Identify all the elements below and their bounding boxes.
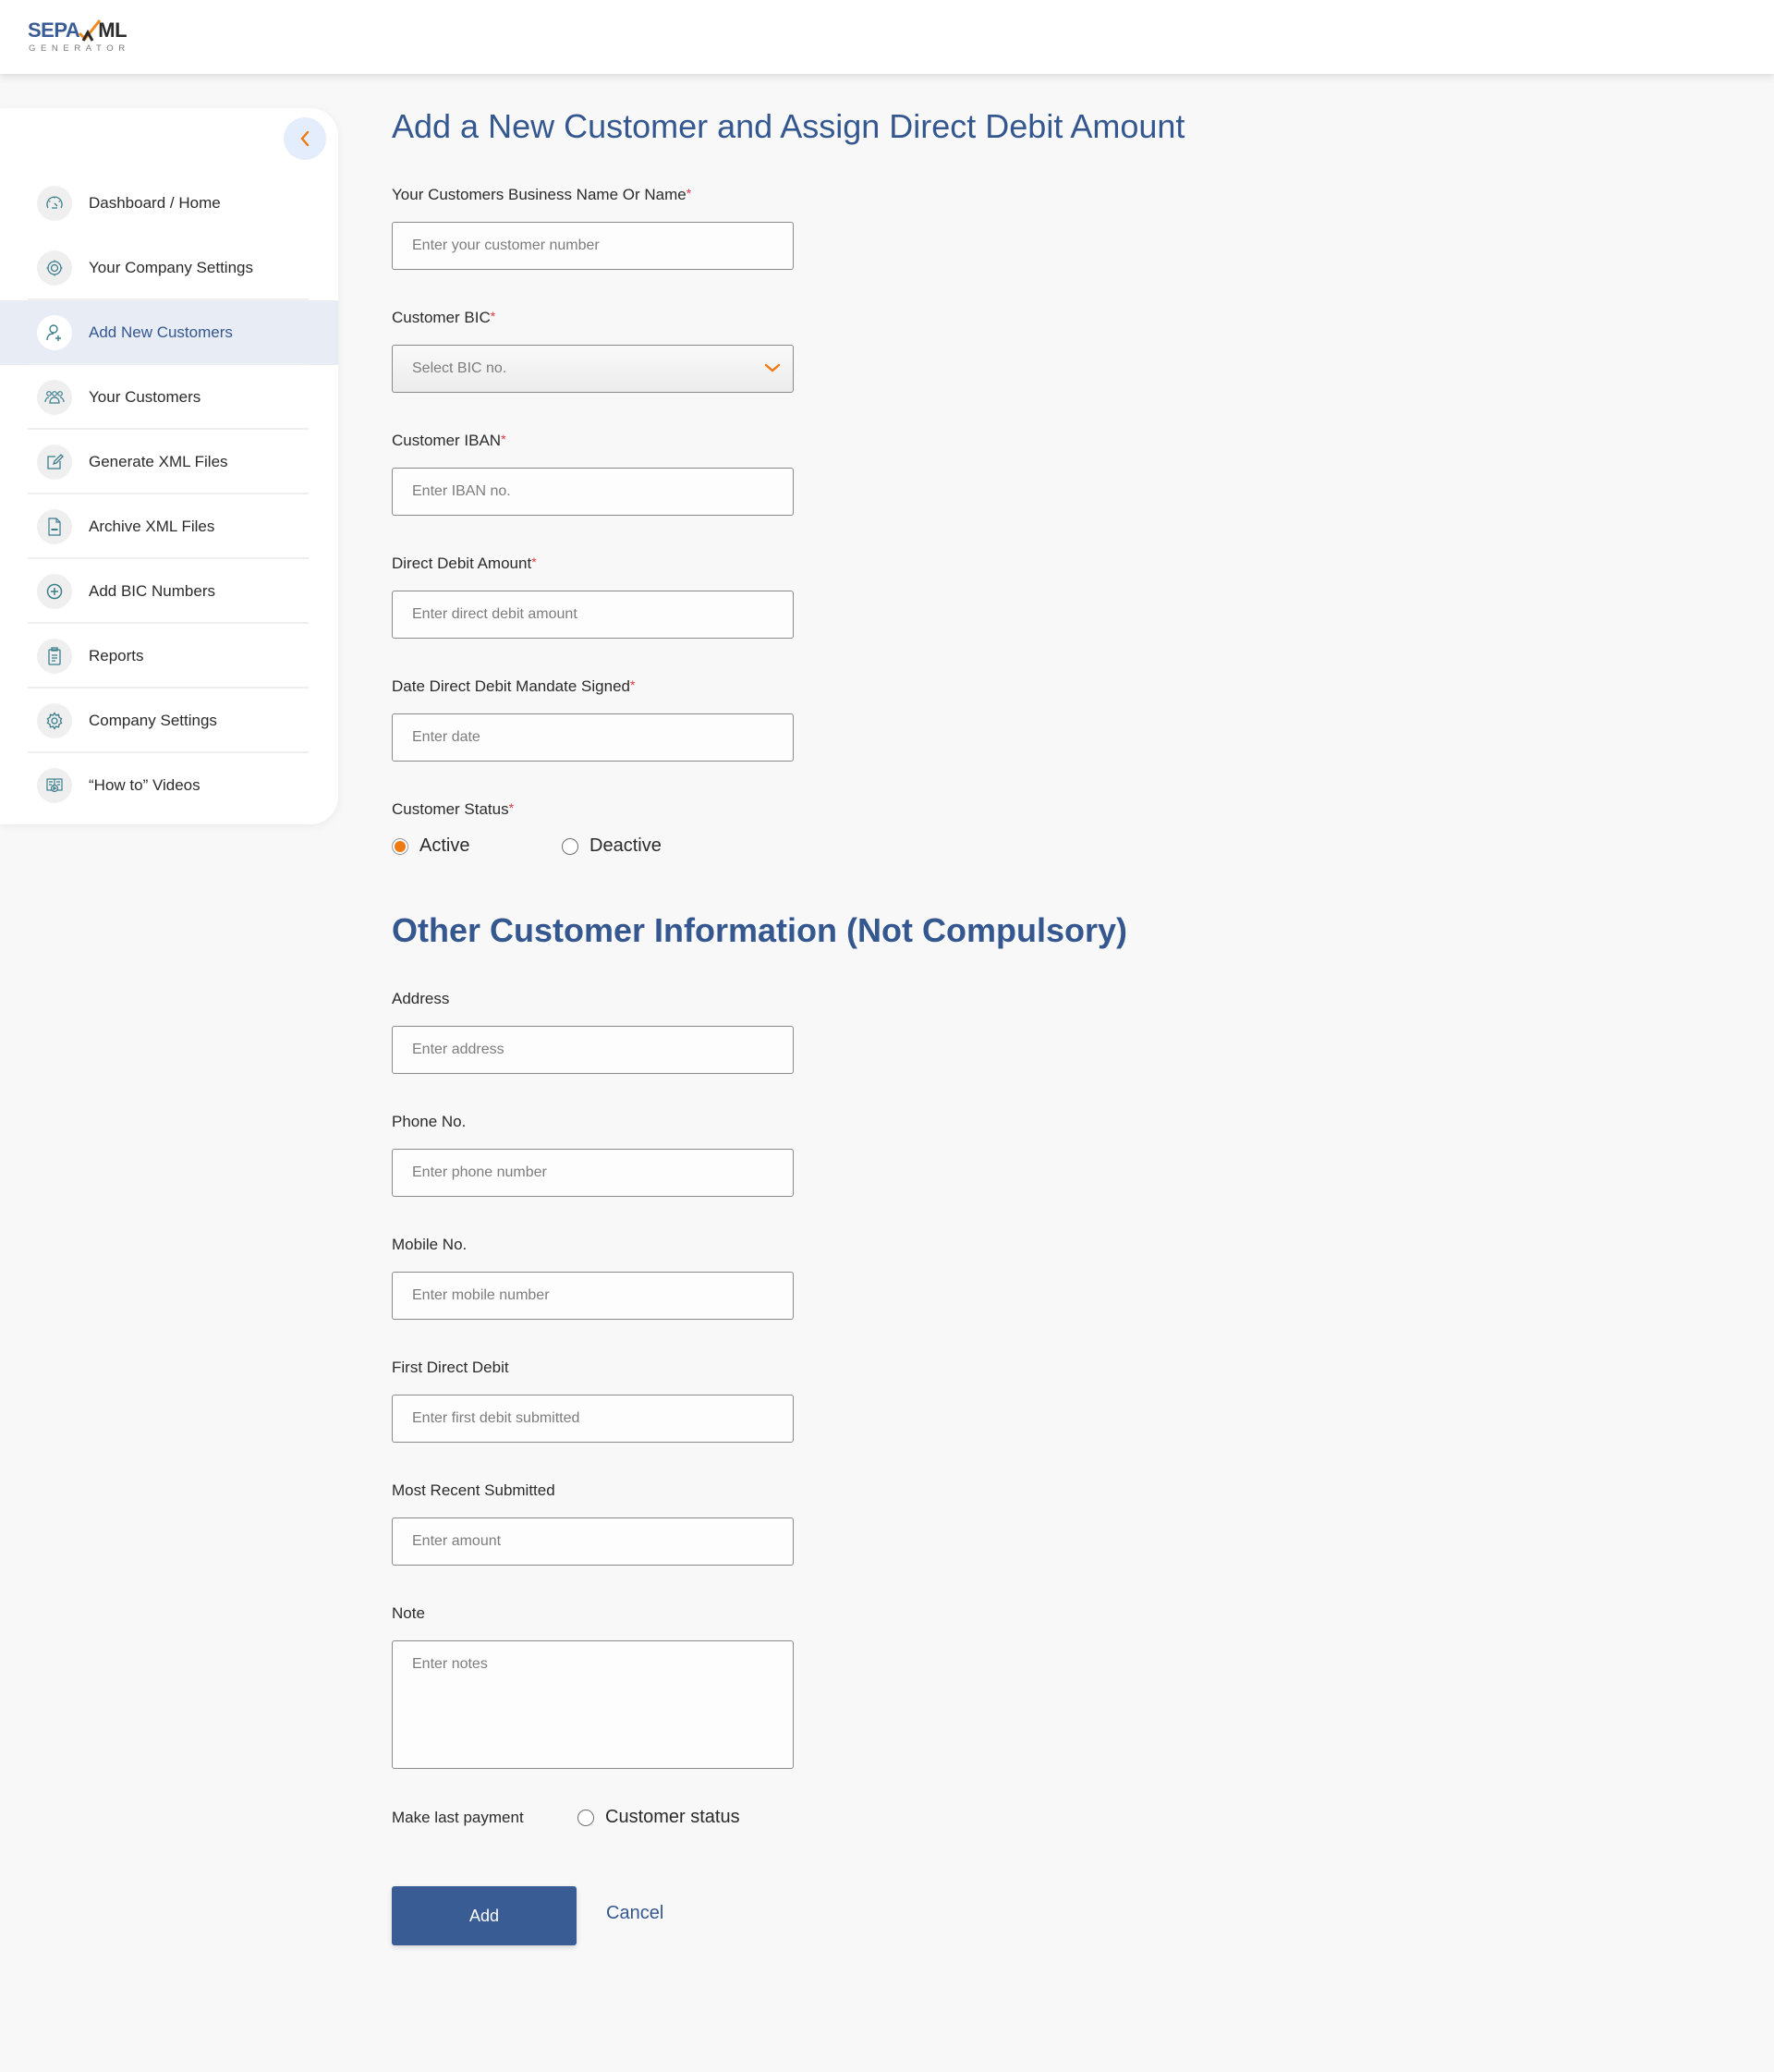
direct-debit-amount-label: Direct Debit Amount*	[392, 555, 537, 572]
xml-file-icon	[37, 509, 72, 544]
required-mark: *	[490, 309, 496, 323]
sidebar-item-label: Company Settings	[89, 712, 217, 729]
sidebar-item-label: Dashboard / Home	[89, 194, 221, 212]
phone-label: Phone No.	[392, 1113, 467, 1130]
most-recent-submitted-input[interactable]	[392, 1517, 794, 1566]
customer-name-input[interactable]	[392, 222, 794, 270]
mobile-input[interactable]	[392, 1272, 794, 1320]
other-info-title: Other Customer Information (Not Compulso…	[392, 911, 1128, 949]
page-title: Add a New Customer and Assign Direct Deb…	[392, 107, 1185, 145]
radio-unselected-icon[interactable]	[562, 837, 578, 855]
add-user-icon	[37, 315, 72, 350]
speedometer-icon	[37, 186, 72, 221]
plus-circle-icon	[37, 574, 72, 609]
sidebar-item-label: Add New Customers	[89, 323, 233, 341]
mandate-date-input[interactable]	[392, 713, 794, 762]
sidebar-collapse-button[interactable]	[284, 117, 326, 160]
sidebar-item-reports[interactable]: Reports	[0, 624, 338, 689]
sidebar-item-label: Generate XML Files	[89, 453, 228, 470]
address-label: Address	[392, 990, 450, 1007]
customer-bic-label: Customer BIC*	[392, 309, 496, 326]
video-book-icon	[37, 768, 72, 803]
users-group-icon	[37, 380, 72, 415]
sidebar: Dashboard / Home Your Company Settings A…	[0, 108, 338, 824]
sidebar-item-company-settings[interactable]: Company Settings	[0, 689, 338, 753]
sidebar-nav: Dashboard / Home Your Company Settings A…	[0, 171, 338, 818]
first-direct-debit-input[interactable]	[392, 1395, 794, 1443]
gear-icon	[37, 703, 72, 738]
required-mark: *	[629, 677, 636, 692]
sidebar-item-dashboard[interactable]: Dashboard / Home	[0, 171, 338, 236]
top-header: SEPA ML GENERATOR	[0, 0, 1774, 74]
logo-check-icon	[78, 19, 102, 42]
customer-name-label: Your Customers Business Name Or Name*	[392, 186, 692, 203]
customer-iban-label: Customer IBAN*	[392, 432, 506, 449]
customer-bic-select[interactable]: Select BIC no.	[392, 345, 794, 393]
required-mark: *	[501, 432, 506, 446]
radio-label: Customer status	[605, 1807, 740, 1827]
status-radio-deactive[interactable]: Deactive	[562, 835, 662, 857]
direct-debit-amount-input[interactable]	[392, 591, 794, 639]
sidebar-item-add-new-customers[interactable]: Add New Customers	[0, 300, 338, 365]
chevron-left-icon	[300, 130, 310, 147]
sidebar-item-generate-xml-files[interactable]: Generate XML Files	[0, 430, 338, 494]
edit-document-icon	[37, 445, 72, 480]
customer-status-label: Customer Status*	[392, 800, 515, 818]
sidebar-item-how-to-videos[interactable]: “How to” Videos	[0, 753, 338, 818]
logo-subtitle: GENERATOR	[29, 43, 130, 54]
sidebar-item-add-bic-numbers[interactable]: Add BIC Numbers	[0, 559, 338, 624]
sidebar-item-your-customers[interactable]: Your Customers	[0, 365, 338, 430]
sidebar-item-label: Archive XML Files	[89, 518, 215, 535]
sidebar-item-label: “How to” Videos	[89, 776, 200, 794]
customer-status-radio[interactable]: Customer status	[577, 1807, 740, 1828]
sidebar-item-label: Reports	[89, 647, 144, 664]
sidebar-item-your-company-settings[interactable]: Your Company Settings	[0, 236, 338, 300]
required-mark: *	[686, 186, 692, 201]
make-last-payment-label: Make last payment	[392, 1809, 524, 1826]
phone-input[interactable]	[392, 1149, 794, 1197]
radio-selected-icon[interactable]	[392, 837, 408, 855]
chevron-down-icon	[764, 363, 781, 372]
radio-label: Deactive	[589, 835, 662, 856]
mandate-date-label: Date Direct Debit Mandate Signed*	[392, 677, 636, 695]
status-radio-active[interactable]: Active	[392, 835, 469, 857]
sidebar-item-label: Your Company Settings	[89, 259, 253, 276]
customer-iban-input[interactable]	[392, 468, 794, 516]
logo-text-primary: SEPA	[28, 18, 80, 42]
company-gear-icon	[37, 250, 72, 286]
sepa-xml-generator-logo[interactable]: SEPA ML GENERATOR	[28, 18, 139, 57]
sidebar-item-archive-xml-files[interactable]: Archive XML Files	[0, 494, 338, 559]
note-textarea[interactable]	[392, 1640, 794, 1769]
address-input[interactable]	[392, 1026, 794, 1074]
mobile-label: Mobile No.	[392, 1236, 468, 1253]
required-mark: *	[508, 800, 515, 815]
clipboard-icon	[37, 639, 72, 674]
required-mark: *	[531, 555, 537, 569]
bic-selected-value: Select BIC no.	[412, 360, 507, 376]
logo-text-secondary: ML	[98, 18, 128, 42]
radio-label: Active	[419, 835, 470, 856]
first-direct-debit-label: First Direct Debit	[392, 1359, 509, 1376]
most-recent-submitted-label: Most Recent Submitted	[392, 1481, 555, 1499]
note-label: Note	[392, 1604, 425, 1622]
sidebar-item-label: Add BIC Numbers	[89, 582, 215, 600]
sidebar-item-label: Your Customers	[89, 388, 201, 406]
add-button[interactable]: Add	[392, 1886, 577, 1945]
radio-unselected-icon[interactable]	[577, 1809, 594, 1826]
cancel-button[interactable]: Cancel	[606, 1903, 663, 1924]
